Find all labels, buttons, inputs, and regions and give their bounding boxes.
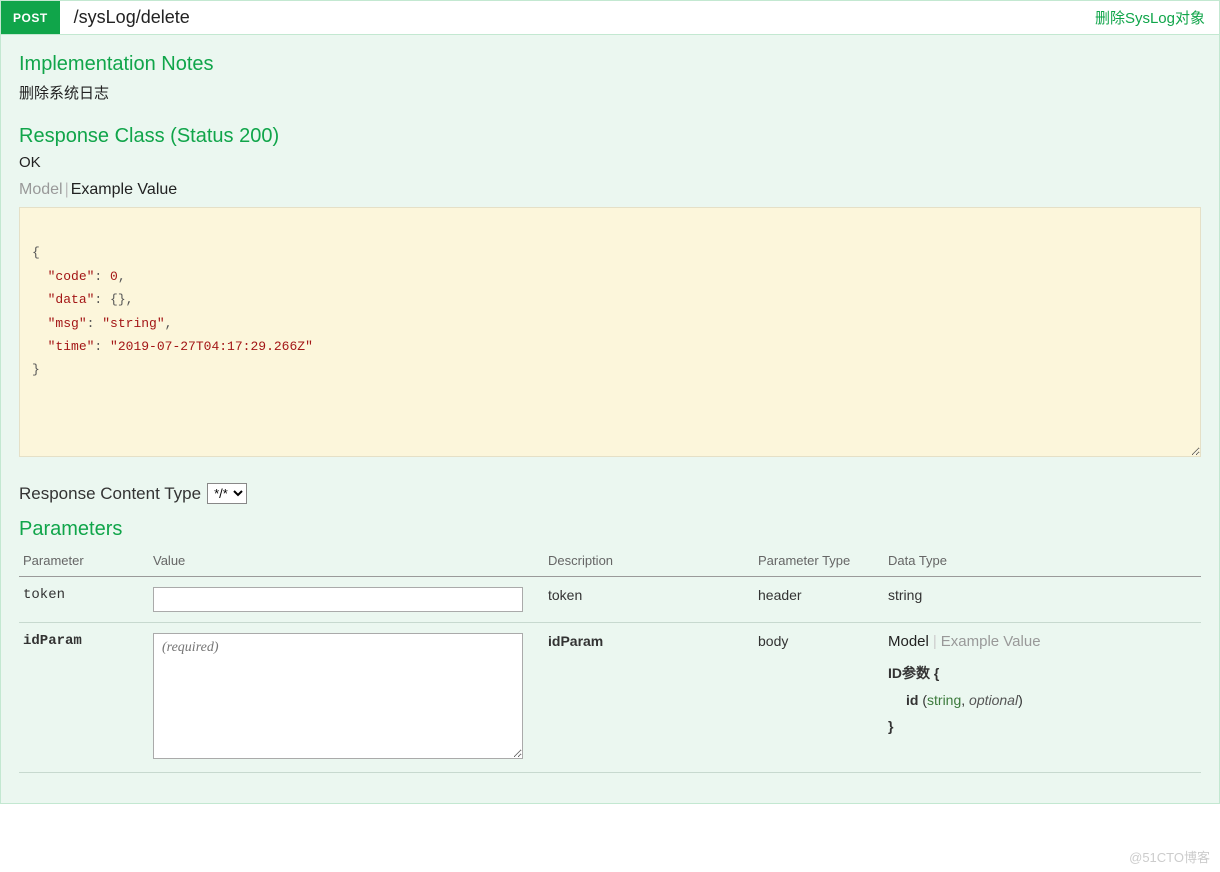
content-type-row: Response Content Type */*: [19, 483, 1201, 504]
operation-header[interactable]: POST /sysLog/delete 删除SysLog对象: [0, 0, 1220, 35]
model-tab-model[interactable]: Model: [888, 633, 929, 650]
parameters-title: Parameters: [19, 518, 1201, 541]
example-msg: string: [110, 316, 157, 331]
token-input[interactable]: [153, 587, 523, 612]
implementation-notes-title: Implementation Notes: [19, 53, 1201, 76]
model-field-id: id: [906, 692, 918, 708]
model-field-type: string: [927, 692, 961, 708]
model-tabs: Model|Example Value: [888, 633, 1191, 650]
watermark: @51CTO博客: [1129, 847, 1210, 866]
example-time: 2019-07-27T04:17:29.266Z: [118, 339, 305, 354]
table-row: idParam idParam body Model|Example Value…: [19, 623, 1201, 773]
th-parameter-type: Parameter Type: [754, 547, 884, 577]
model-tab-example[interactable]: Example Value: [941, 633, 1041, 650]
content-type-label: Response Content Type: [19, 484, 201, 504]
response-tabs: Model|Example Value: [19, 181, 1201, 199]
th-description: Description: [544, 547, 754, 577]
implementation-notes-text: 删除系统日志: [19, 82, 1201, 103]
endpoint-path[interactable]: /sysLog/delete: [60, 1, 1081, 34]
operation-body: Implementation Notes 删除系统日志 Response Cla…: [0, 35, 1220, 804]
param-desc-token: token: [544, 577, 754, 623]
response-status-text: OK: [19, 154, 1201, 171]
tab-model[interactable]: Model: [19, 181, 63, 198]
response-class-title: Response Class (Status 200): [19, 125, 1201, 148]
response-example-box[interactable]: { "code": 0, "data": {}, "msg": "string"…: [19, 207, 1201, 457]
operation-summary[interactable]: 删除SysLog对象: [1081, 1, 1219, 34]
param-type-token: header: [754, 577, 884, 623]
model-field-optional: optional: [969, 692, 1018, 708]
th-value: Value: [149, 547, 544, 577]
param-name-token: token: [19, 577, 149, 623]
model-schema: ID参数 { id (string, optional) }: [888, 660, 1191, 740]
param-datatype-token: string: [884, 577, 1201, 623]
content-type-select[interactable]: */*: [207, 483, 247, 504]
example-code: 0: [110, 269, 118, 284]
parameters-table: Parameter Value Description Parameter Ty…: [19, 547, 1201, 773]
model-title: ID参数: [888, 665, 930, 681]
tab-example-value[interactable]: Example Value: [71, 181, 177, 198]
param-name-idparam: idParam: [19, 623, 149, 773]
th-data-type: Data Type: [884, 547, 1201, 577]
http-method-badge: POST: [1, 1, 60, 34]
param-type-idparam: body: [754, 623, 884, 773]
param-desc-idparam: idParam: [544, 623, 754, 773]
table-row: token token header string: [19, 577, 1201, 623]
th-parameter: Parameter: [19, 547, 149, 577]
idparam-textarea[interactable]: [153, 633, 523, 759]
